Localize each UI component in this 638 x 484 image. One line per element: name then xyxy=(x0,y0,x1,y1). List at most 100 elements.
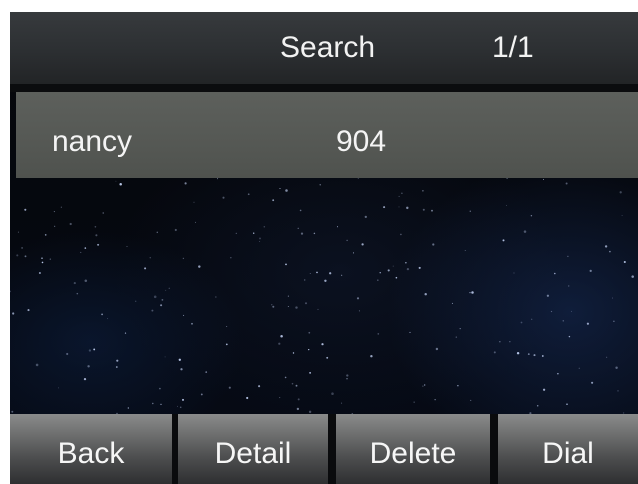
star xyxy=(151,309,154,312)
star xyxy=(424,292,427,296)
star xyxy=(470,399,472,401)
star xyxy=(536,404,539,407)
star xyxy=(316,271,318,274)
detail-button[interactable]: Detail xyxy=(178,414,328,484)
delete-button[interactable]: Delete xyxy=(336,414,490,484)
star xyxy=(313,232,316,235)
star xyxy=(69,222,72,226)
star xyxy=(300,232,304,235)
star xyxy=(395,276,398,279)
star xyxy=(177,405,178,407)
star xyxy=(341,274,343,276)
star xyxy=(76,292,79,295)
star xyxy=(469,291,471,294)
star xyxy=(54,225,56,227)
star xyxy=(193,201,195,203)
star xyxy=(246,396,249,400)
star xyxy=(377,333,380,335)
softkey-divider xyxy=(328,414,336,484)
star xyxy=(83,377,87,381)
star xyxy=(287,306,289,308)
star xyxy=(346,378,348,380)
star xyxy=(35,363,39,367)
star xyxy=(93,348,96,351)
star xyxy=(271,304,273,306)
star xyxy=(623,260,626,264)
star xyxy=(523,230,527,233)
star xyxy=(299,209,302,212)
star xyxy=(16,254,19,257)
star xyxy=(422,208,425,211)
page-indicator: 1/1 xyxy=(492,31,534,64)
star xyxy=(184,182,187,185)
star xyxy=(101,313,103,316)
star xyxy=(182,398,184,401)
star xyxy=(457,384,459,387)
star xyxy=(165,289,167,291)
star xyxy=(364,215,367,219)
star xyxy=(531,318,533,320)
star xyxy=(356,297,360,300)
star xyxy=(164,356,166,358)
star xyxy=(321,343,324,346)
star xyxy=(149,257,151,259)
star xyxy=(272,199,275,202)
star xyxy=(24,208,27,211)
star xyxy=(279,188,281,189)
star xyxy=(317,308,319,310)
star xyxy=(383,206,386,209)
star xyxy=(341,402,343,404)
star xyxy=(612,297,614,299)
header-divider xyxy=(10,84,638,92)
star xyxy=(24,255,27,258)
star xyxy=(49,258,51,260)
star xyxy=(337,226,338,228)
star xyxy=(568,335,571,338)
star xyxy=(530,214,533,217)
star xyxy=(567,255,569,258)
star xyxy=(272,305,275,308)
star xyxy=(168,287,170,289)
star xyxy=(278,342,281,345)
star xyxy=(422,189,424,192)
star xyxy=(609,250,611,253)
delete-button-label: Delete xyxy=(369,437,457,470)
star xyxy=(513,272,515,274)
header-bar: Search 1/1 xyxy=(10,12,638,84)
star xyxy=(379,272,381,274)
star xyxy=(27,309,30,312)
star xyxy=(617,390,619,392)
star xyxy=(455,336,457,338)
star xyxy=(253,232,255,234)
star xyxy=(329,272,332,275)
contact-name: nancy xyxy=(52,125,133,158)
star xyxy=(413,401,415,403)
search-result-row[interactable]: nancy 904 xyxy=(16,92,638,178)
star xyxy=(292,352,295,354)
star xyxy=(435,347,439,351)
star xyxy=(319,184,321,186)
star xyxy=(116,359,119,362)
dial-button[interactable]: Dial xyxy=(498,414,638,484)
star xyxy=(309,273,311,275)
star xyxy=(398,206,400,208)
star xyxy=(102,212,104,214)
star xyxy=(124,332,127,334)
star xyxy=(613,320,615,322)
star xyxy=(284,376,287,379)
star xyxy=(60,206,62,208)
dial-button-label: Dial xyxy=(542,437,594,470)
star xyxy=(44,234,47,236)
star xyxy=(586,322,590,325)
star xyxy=(285,263,287,266)
star xyxy=(215,296,217,298)
star xyxy=(263,225,266,228)
star xyxy=(12,312,15,315)
star xyxy=(566,403,568,406)
star xyxy=(135,300,137,302)
star xyxy=(84,279,88,283)
detail-button-label: Detail xyxy=(214,437,292,470)
back-button[interactable]: Back xyxy=(10,414,172,484)
star xyxy=(297,227,299,229)
star xyxy=(119,183,122,186)
